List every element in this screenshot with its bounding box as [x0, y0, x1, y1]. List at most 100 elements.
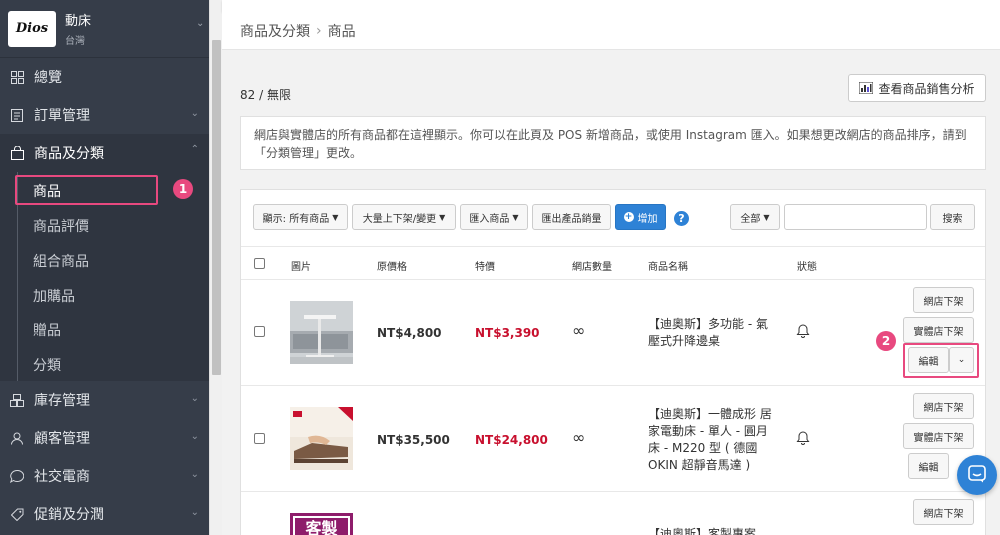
product-name[interactable]: 【迪奧斯】多功能 - 氣壓式升降邊桌 [648, 316, 776, 350]
product-panel: 顯示: 所有商品 ▼ 大量上下架/變更 ▼ 匯入商品 ▼ 匯出產品銷量 + 增加 ? … [240, 189, 986, 535]
sidebar-item-label: 訂單管理 [34, 108, 90, 124]
table-row: NT$4,800 NT$3,390 ∞ 【迪奧斯】多功能 - 氣壓式升降邊桌 網… [241, 280, 985, 386]
breadcrumb-separator: › [316, 22, 322, 39]
search-scope-label: 全部 [740, 213, 761, 225]
search-scope-dropdown[interactable]: 全部 ▼ [730, 204, 780, 230]
product-thumbnail[interactable] [290, 407, 353, 470]
sidebar-item-orders[interactable]: 訂單管理 ⌄ [0, 96, 209, 134]
sidebar-item-label: 顧客管理 [34, 431, 90, 447]
boxes-icon [10, 393, 24, 407]
chevron-down-icon: ⌄ [190, 507, 199, 518]
table-row: NT$35,500 NT$24,800 ∞ 【迪奧斯】一體成形 居家電動床 - … [241, 386, 985, 492]
special-price: NT$3,390 [475, 326, 540, 340]
sidebar-item-label: 商品及分類 [34, 146, 104, 162]
row-checkbox[interactable] [254, 433, 265, 444]
product-count: 82 / 無限 [240, 88, 291, 102]
product-thumbnail[interactable]: 客製 [290, 513, 353, 535]
unpublish-online-button[interactable]: 網店下架 [913, 499, 974, 525]
import-products-label: 匯入商品 [469, 213, 510, 225]
import-products-dropdown[interactable]: 匯入商品 ▼ [460, 204, 528, 230]
subnav-item-bundles[interactable]: 組合商品 [33, 251, 89, 271]
scrollbar-thumb[interactable] [212, 40, 221, 375]
chevron-down-icon: ⌄ [190, 393, 199, 404]
subnav-item-gifts[interactable]: 贈品 [33, 320, 61, 340]
step-badge-1: 1 [173, 179, 193, 199]
sidebar-item-promotions[interactable]: 促銷及分潤 ⌄ [0, 495, 209, 533]
thumbnail-label: 客製 [293, 516, 350, 535]
sidebar-item-customers[interactable]: 顧客管理 ⌄ [0, 419, 209, 457]
help-icon[interactable]: ? [674, 211, 689, 226]
bell-icon[interactable] [796, 431, 810, 448]
caret-down-icon: ▼ [332, 212, 339, 222]
unpublish-online-button[interactable]: 網店下架 [913, 393, 974, 419]
sidebar-item-products[interactable]: 商品及分類 ⌃ [0, 134, 209, 172]
clipboard-icon [10, 108, 24, 122]
header-image: 圖片 [291, 262, 311, 273]
sidebar-scrollbar[interactable] [209, 0, 222, 535]
live-chat-button[interactable] [957, 455, 997, 495]
chat-icon [10, 469, 24, 483]
product-name[interactable]: 【迪奧斯】客製專案202 [648, 526, 776, 535]
store-logo: Dios [8, 10, 56, 47]
sidebar-item-label: 促銷及分潤 [34, 507, 104, 523]
select-all-checkbox[interactable] [254, 258, 265, 269]
dashboard-icon [10, 70, 24, 84]
original-price: NT$4,800 [377, 326, 442, 340]
subnav-item-reviews[interactable]: 商品評價 [33, 216, 89, 236]
export-sales-button[interactable]: 匯出產品銷量 [532, 204, 611, 230]
chevron-down-icon: ⌄ [190, 469, 199, 480]
caret-down-icon: ▼ [512, 212, 519, 222]
row-checkbox[interactable] [254, 326, 265, 337]
header-price[interactable]: 原價格 [377, 258, 407, 273]
subnav-item-addons[interactable]: 加購品 [33, 286, 75, 306]
search-input[interactable] [784, 204, 927, 230]
caret-down-icon: ▼ [439, 212, 446, 222]
caret-down-icon: ▼ [763, 212, 770, 222]
add-product-button[interactable]: + 增加 [615, 204, 666, 230]
show-filter-dropdown[interactable]: 顯示: 所有商品 ▼ [253, 204, 348, 230]
header-status: 狀態 [797, 262, 817, 273]
search-button[interactable]: 搜索 [930, 204, 975, 230]
tag-icon [10, 507, 24, 521]
sidebar-item-label: 社交電商 [34, 469, 90, 485]
bar-chart-icon [858, 81, 874, 95]
breadcrumb: 商品及分類 › 商品 [222, 12, 1000, 50]
shopping-bag-icon [10, 146, 24, 160]
store-switcher[interactable]: Dios 動床 台灣 ⌄ [0, 0, 209, 58]
special-price: NT$24,800 [475, 433, 548, 447]
breadcrumb-parent[interactable]: 商品及分類 [240, 21, 310, 41]
subnav-item-categories[interactable]: 分類 [33, 355, 61, 375]
table-row: 客製 【迪奧斯】客製專案202 網店下架 [241, 492, 985, 535]
unpublish-retail-button[interactable]: 實體店下架 [903, 317, 974, 343]
bulk-update-label: 大量上下架/變更 [362, 213, 437, 225]
table-header: 圖片 原價格 特價 網店數量 商品名稱 狀態 [241, 247, 985, 280]
store-logo-text: Dios [15, 21, 49, 36]
export-sales-label: 匯出產品銷量 [541, 213, 602, 225]
bulk-update-dropdown[interactable]: 大量上下架/變更 ▼ [352, 204, 456, 230]
product-thumbnail[interactable] [290, 301, 353, 364]
highlight-box-edit [903, 343, 979, 378]
sidebar: Dios 動床 台灣 ⌄ 總覽 訂單管理 ⌄ 商品及分類 ⌃ 商品 商品評價 組… [0, 0, 209, 535]
chevron-down-icon: ⌄ [190, 108, 199, 119]
store-name: 動床 [65, 14, 92, 29]
breadcrumb-current: 商品 [327, 23, 356, 40]
user-icon [10, 431, 24, 445]
chat-bubble-icon [968, 464, 986, 486]
bell-icon[interactable] [796, 324, 810, 341]
sidebar-item-social[interactable]: 社交電商 ⌄ [0, 457, 209, 495]
product-name[interactable]: 【迪奧斯】一體成形 居家電動床 - 單人 - 圓月床 - M220 型 ( 德國… [648, 406, 776, 474]
sales-analysis-button[interactable]: 查看商品銷售分析 [848, 74, 986, 102]
edit-button[interactable]: 編輯 [908, 453, 949, 479]
step-badge-2: 2 [876, 331, 896, 351]
store-region: 台灣 [65, 36, 85, 47]
header-name[interactable]: 商品名稱 [648, 258, 688, 273]
plus-circle-icon: + [623, 212, 634, 222]
unpublish-retail-button[interactable]: 實體店下架 [903, 423, 974, 449]
sidebar-item-overview[interactable]: 總覽 [0, 58, 209, 96]
sidebar-item-inventory[interactable]: 庫存管理 ⌄ [0, 381, 209, 419]
header-special[interactable]: 特價 [475, 258, 495, 273]
unpublish-online-button[interactable]: 網店下架 [913, 287, 974, 313]
sales-analysis-label: 查看商品銷售分析 [878, 81, 975, 96]
store-quantity: ∞ [572, 428, 586, 447]
chevron-down-icon[interactable]: ⌄ [196, 18, 204, 29]
